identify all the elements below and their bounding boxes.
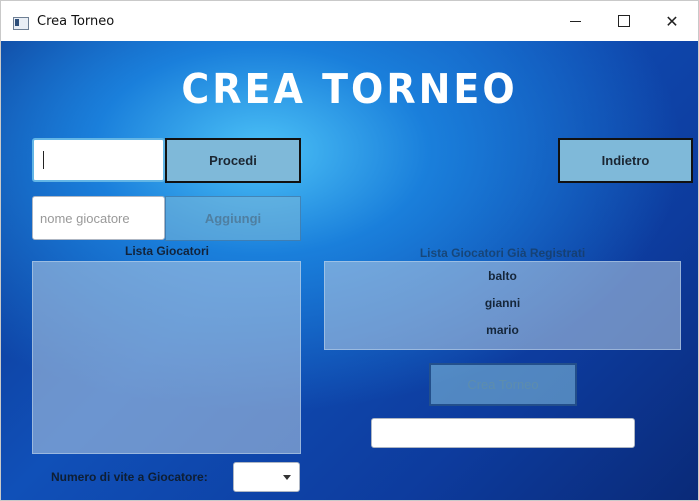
list-item[interactable]: mario <box>325 320 680 347</box>
app-icon <box>13 17 29 30</box>
registered-list-label: Lista Giocatori Già Registrati <box>419 246 586 260</box>
status-field[interactable] <box>371 418 635 448</box>
players-list-label: Lista Giocatori <box>124 244 210 258</box>
minimize-button[interactable] <box>552 1 598 41</box>
list-item[interactable]: gianni <box>325 293 680 320</box>
players-list[interactable] <box>32 261 301 454</box>
app-window: Crea Torneo ✕ CREA TORNEO Procedi Indiet… <box>0 0 699 501</box>
lives-label: Numero di vite a Giocatore: <box>51 470 208 484</box>
procedi-button[interactable]: Procedi <box>165 138 301 183</box>
crea-torneo-button[interactable]: Crea Torneo <box>429 363 577 406</box>
maximize-button[interactable] <box>601 1 647 41</box>
title-bar: Crea Torneo ✕ <box>1 1 698 41</box>
chevron-down-icon <box>283 475 291 480</box>
tournament-name-input[interactable] <box>32 138 165 182</box>
player-name-placeholder: nome giocatore <box>40 210 130 226</box>
indietro-button[interactable]: Indietro <box>558 138 693 183</box>
player-name-input[interactable]: nome giocatore <box>32 196 165 240</box>
aggiungi-button[interactable]: Aggiungi <box>165 196 301 241</box>
close-button[interactable]: ✕ <box>649 1 695 41</box>
window-title: Crea Torneo <box>37 14 115 29</box>
minimize-icon <box>569 20 581 22</box>
registered-players-list[interactable]: balto gianni mario <box>324 261 681 350</box>
page-title: CREA TORNEO <box>181 65 518 113</box>
list-item[interactable]: balto <box>325 266 680 293</box>
main-content: CREA TORNEO Procedi Indietro nome giocat… <box>1 41 698 500</box>
lives-combo-box[interactable] <box>233 462 300 492</box>
close-icon: ✕ <box>665 11 679 31</box>
maximize-icon <box>618 15 630 27</box>
